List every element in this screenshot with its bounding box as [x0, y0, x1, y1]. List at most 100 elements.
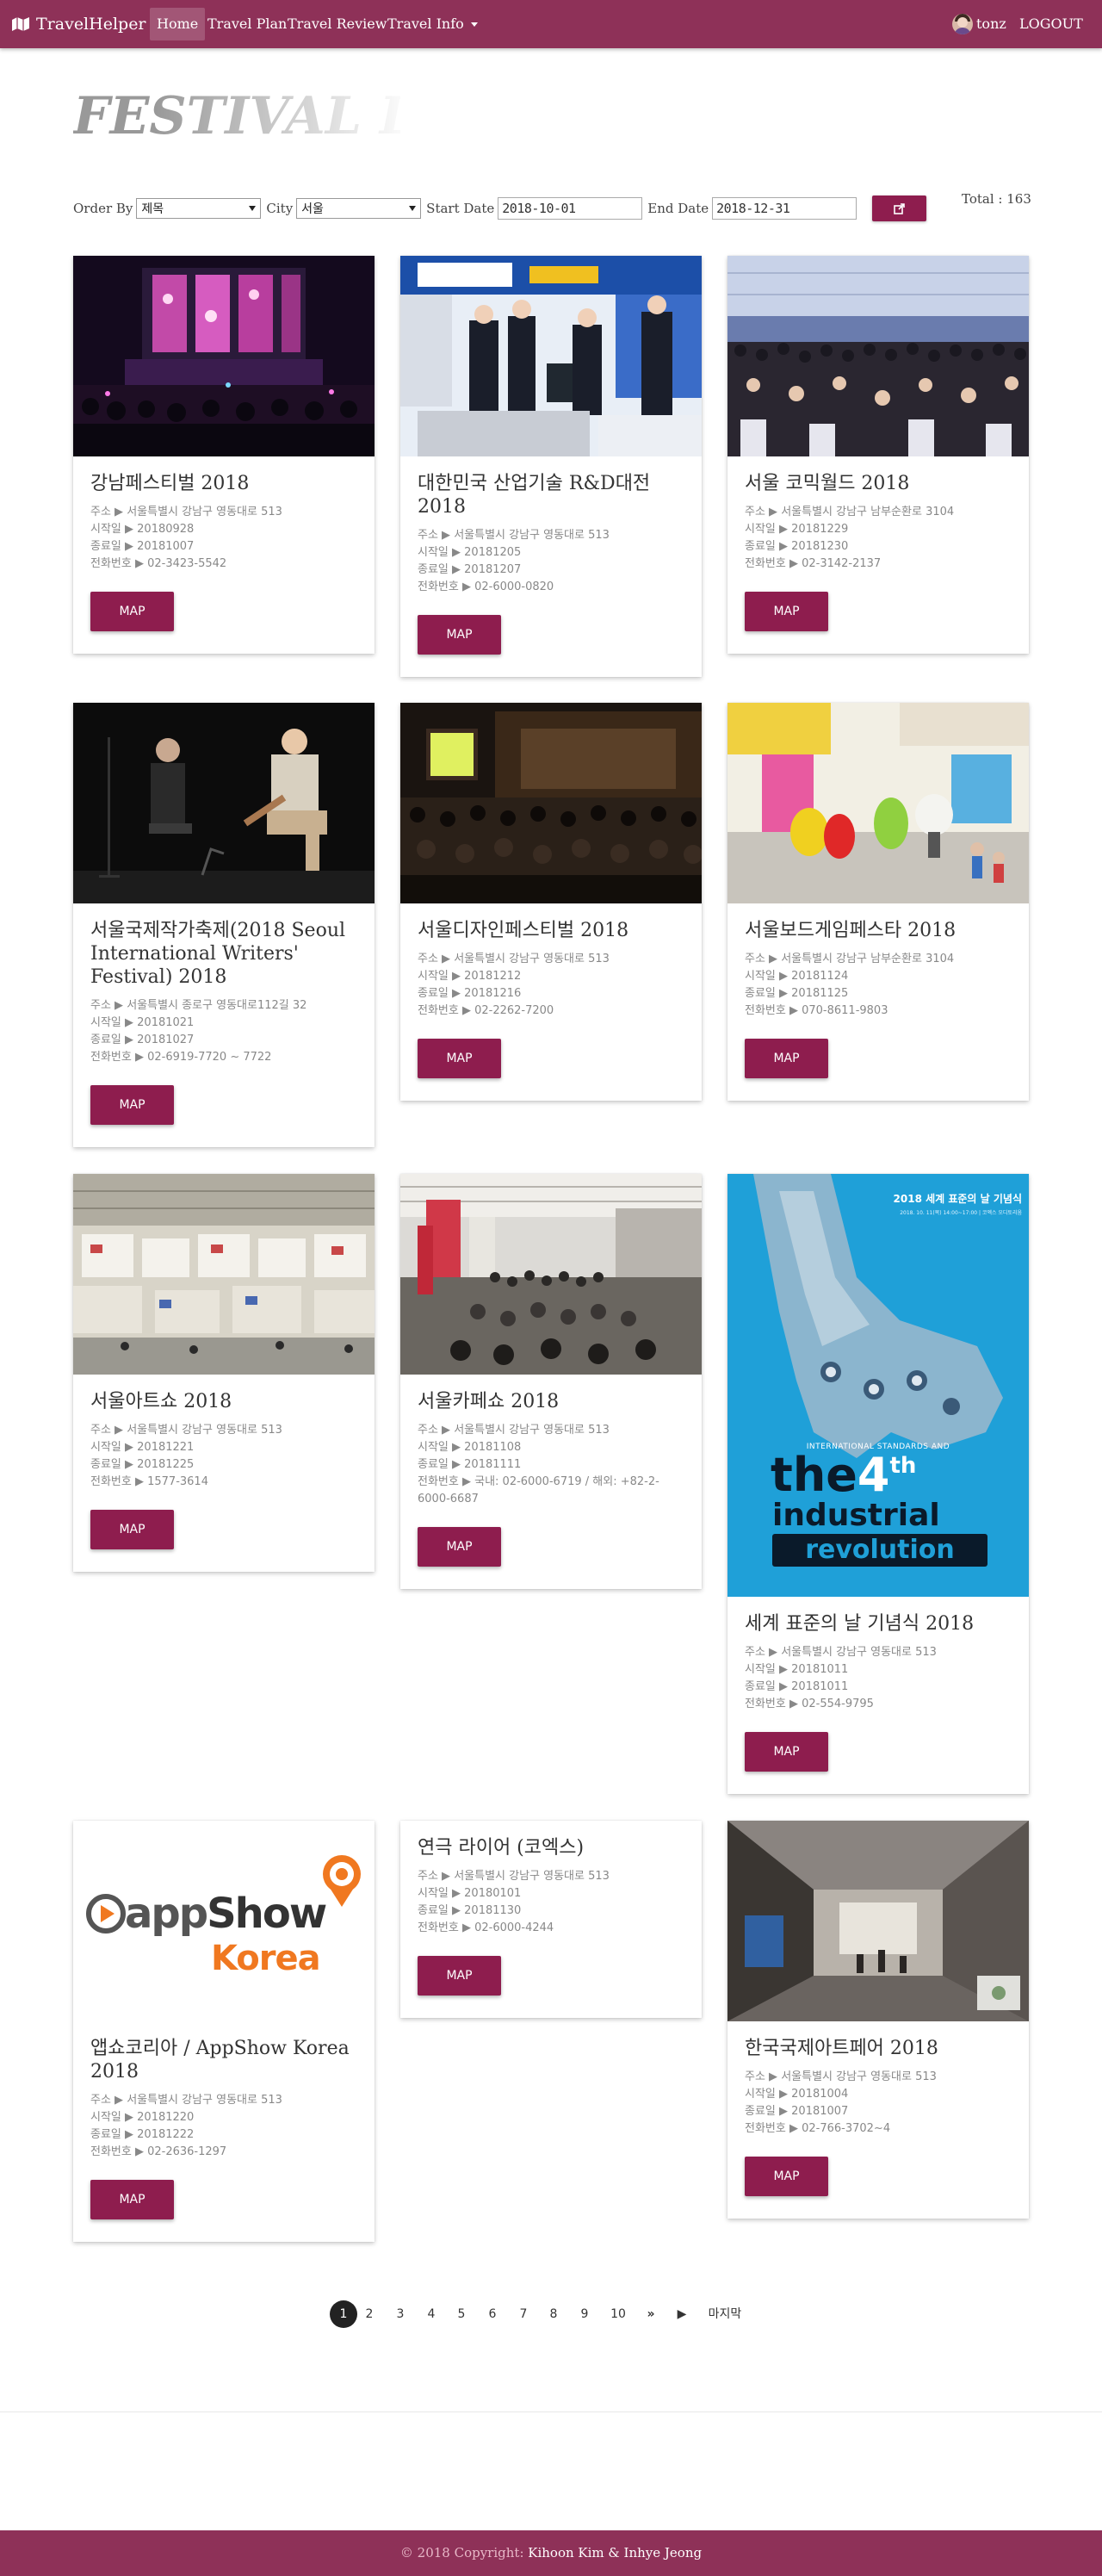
appshow-wordmark: appShow [125, 1890, 327, 1938]
user-avatar[interactable] [952, 14, 973, 34]
festival-address: 주소 ▶ 서울특별시 종로구 영동대로112길 32 [90, 999, 307, 1012]
standards-day-poster[interactable]: 2018 세계 표준의 날 기념식 2018. 10. 11(목) 14:00~… [727, 1174, 1029, 1597]
last-page-link[interactable]: 마지막 [703, 2300, 746, 2328]
festival-title: 서울디자인페스티벌 2018 [418, 920, 629, 941]
page-link-10[interactable]: 10 [607, 2300, 629, 2328]
concert-stage-photo[interactable] [73, 256, 375, 456]
festival-phone: 전화번호 ▶ 02-2636-1297 [90, 2145, 227, 2158]
end-date-input[interactable]: 2018-12-31 [712, 197, 857, 220]
page-link-4[interactable]: 4 [423, 2300, 440, 2328]
nav-home[interactable]: Home [150, 8, 206, 40]
festival-title: 서울국제작가축제(2018 Seoul International Writer… [90, 920, 346, 988]
festival-title: 연극 라이어 (코엑스) [418, 1837, 585, 1859]
order-by-select[interactable]: 제목 [136, 198, 262, 219]
page-link-1[interactable]: 1 [330, 2300, 357, 2328]
festival-start-date: 시작일 ▶ 20181205 [418, 546, 522, 559]
festival-card: 서울보드게임페스타 2018 주소 ▶ 서울특별시 강남구 남부순환로 3104… [727, 703, 1029, 1101]
username: tonz [976, 16, 1006, 32]
festival-address: 주소 ▶ 서울특별시 강남구 영동대로 513 [418, 953, 610, 965]
festival-card: 서울아트쇼 2018 주소 ▶ 서울특별시 강남구 영동대로 513 시작일 ▶… [73, 1174, 375, 1572]
festival-start-date: 시작일 ▶ 20181220 [90, 2111, 195, 2124]
poster-heading: 2018 세계 표준의 날 기념식 [893, 1193, 1022, 1205]
festival-address: 주소 ▶ 서울특별시 강남구 영동대로 513 [745, 2070, 937, 2083]
pagination: 1 2 3 4 5 6 7 8 9 10 » ▶ 마지막 [330, 2300, 777, 2330]
nav-travel-info[interactable]: Travel Info [381, 8, 485, 40]
map-button[interactable]: MAP [745, 1039, 828, 1078]
writers-stage-photo[interactable] [73, 703, 375, 903]
city-select[interactable]: 서울 [296, 198, 422, 219]
festival-address: 주소 ▶ 서울특별시 강남구 영동대로 513 [745, 1646, 937, 1659]
map-button[interactable]: MAP [745, 2157, 828, 2196]
festival-end-date: 종료일 ▶ 20181027 [90, 1034, 195, 1046]
festival-end-date: 종료일 ▶ 20181007 [745, 2105, 849, 2118]
festival-title: 서울보드게임페스타 2018 [745, 920, 957, 941]
page-link-6[interactable]: 6 [484, 2300, 501, 2328]
map-button[interactable]: MAP [745, 1732, 828, 1772]
page-link-8[interactable]: 8 [545, 2300, 562, 2328]
mall-corridor-photo[interactable] [727, 1821, 1029, 2021]
appshow-korea-text: Korea [211, 1939, 321, 1978]
page-link-5[interactable]: 5 [453, 2300, 470, 2328]
festival-start-date: 시작일 ▶ 20181124 [745, 970, 849, 983]
external-link-icon [894, 202, 905, 214]
festival-card: 서울국제작가축제(2018 Seoul International Writer… [73, 703, 375, 1147]
page-link-7[interactable]: 7 [515, 2300, 532, 2328]
next-group-icon[interactable]: » [641, 2300, 660, 2328]
festival-card: 한국국제아트페어 2018 주소 ▶ 서울특별시 강남구 영동대로 513 시작… [727, 1821, 1029, 2219]
festival-end-date: 종료일 ▶ 20181222 [90, 2128, 195, 2141]
page-link-2[interactable]: 2 [361, 2300, 378, 2328]
select-arrow-icon [249, 206, 257, 211]
festival-end-date: 종료일 ▶ 20181207 [418, 563, 522, 576]
map-button[interactable]: MAP [418, 615, 501, 655]
map-button[interactable]: MAP [90, 1510, 174, 1549]
festival-end-date: 종료일 ▶ 20181011 [745, 1680, 849, 1693]
festival-phone: 전화번호 ▶ 02-6919-7720 ~ 7722 [90, 1051, 272, 1064]
poster-line3: revolution [772, 1534, 987, 1567]
footer: © 2018 Copyright: Kihoon Kim & Inhye Jeo… [0, 2530, 1102, 2576]
poster-line2: industrial [772, 1498, 940, 1533]
festival-address: 주소 ▶ 서울특별시 강남구 남부순환로 3104 [745, 953, 955, 965]
search-button[interactable] [872, 196, 927, 221]
select-arrow-icon [409, 206, 417, 211]
festival-title: 서울카페쇼 2018 [418, 1391, 560, 1412]
map-button[interactable]: MAP [745, 592, 828, 631]
order-by-label: Order By [73, 201, 133, 216]
festival-title: 서울아트쇼 2018 [90, 1391, 232, 1412]
map-button[interactable]: MAP [90, 1085, 174, 1125]
map-button[interactable]: MAP [418, 1527, 501, 1567]
map-button[interactable]: MAP [418, 1956, 501, 1996]
logout-link[interactable]: LOGOUT [1019, 14, 1083, 34]
map-button[interactable]: MAP [90, 2180, 174, 2219]
festival-phone: 전화번호 ▶ 02-2262-7200 [418, 1004, 554, 1017]
festival-phone: 전화번호 ▶ 02-6000-4244 [418, 1921, 554, 1934]
festival-start-date: 시작일 ▶ 20181221 [90, 1441, 195, 1454]
art-fair-hall-photo[interactable] [73, 1174, 375, 1375]
festival-start-date: 시작일 ▶ 20181004 [745, 2088, 849, 2101]
exhibition-booth-photo[interactable] [400, 256, 702, 456]
map-button[interactable]: MAP [418, 1039, 501, 1078]
cafe-show-photo[interactable] [400, 1174, 702, 1375]
festival-card: 서울카페쇼 2018 주소 ▶ 서울특별시 강남구 영동대로 513 시작일 ▶… [400, 1174, 702, 1589]
festival-address: 주소 ▶ 서울특별시 강남구 영동대로 513 [90, 1424, 282, 1437]
festival-start-date: 시작일 ▶ 20181212 [418, 970, 522, 983]
city-value: 서울 [301, 202, 324, 216]
map-button[interactable]: MAP [90, 592, 174, 631]
nav-travel-review[interactable]: Travel Review [281, 8, 393, 40]
page-link-9[interactable]: 9 [576, 2300, 593, 2328]
auditorium-photo[interactable] [400, 703, 702, 903]
brand-link[interactable]: TravelHelper [12, 13, 146, 35]
next-page-icon[interactable]: ▶ [672, 2300, 691, 2328]
festival-phone: 전화번호 ▶ 02-3142-2137 [745, 557, 882, 570]
festival-end-date: 종료일 ▶ 20181230 [745, 540, 849, 553]
start-date-label: Start Date [426, 201, 495, 216]
page-title: FESTIVAL LIST [73, 86, 400, 146]
festival-phone: 전화번호 ▶ 1577-3614 [90, 1475, 208, 1488]
start-date-input[interactable]: 2018-10-01 [498, 197, 643, 220]
mascots-photo[interactable] [727, 703, 1029, 903]
crowd-hall-photo[interactable] [727, 256, 1029, 456]
festival-start-date: 시작일 ▶ 20181011 [745, 1663, 849, 1676]
appshow-logo[interactable]: appShow Korea [73, 1821, 375, 2021]
page-link-3[interactable]: 3 [392, 2300, 409, 2328]
festival-address: 주소 ▶ 서울특별시 강남구 남부순환로 3104 [745, 506, 955, 518]
festival-start-date: 시작일 ▶ 20181021 [90, 1016, 195, 1029]
